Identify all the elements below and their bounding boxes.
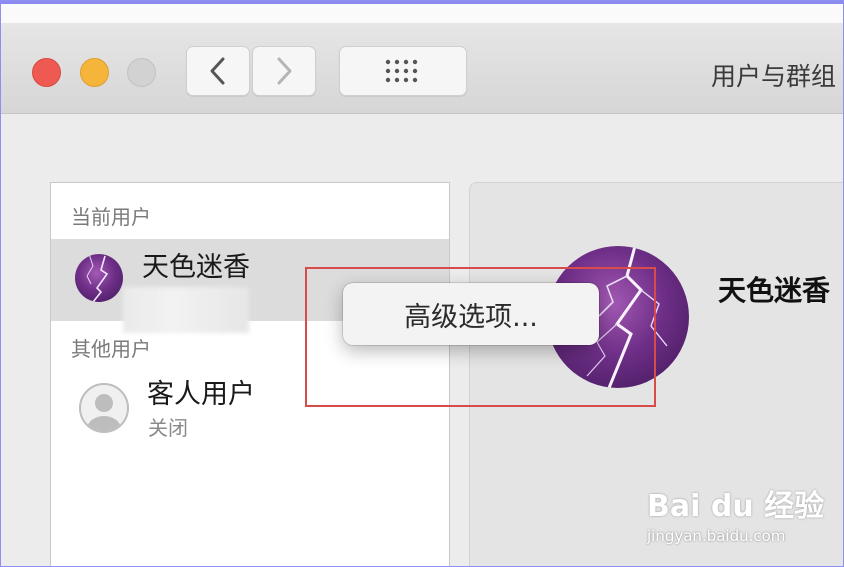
- guest-avatar: [79, 383, 129, 433]
- zoom-window-button[interactable]: [127, 58, 156, 87]
- forward-button[interactable]: [252, 46, 316, 96]
- chevron-left-icon: [210, 57, 225, 85]
- baidu-jingyan-watermark: Bai du 经验 jingyan.baidu.com: [647, 481, 825, 551]
- window-title: 用户与群组: [711, 62, 837, 91]
- current-user-name: 天色迷香: [142, 252, 250, 283]
- person-silhouette-icon: [87, 394, 121, 431]
- chevron-right-icon: [277, 57, 292, 85]
- user-avatar: [75, 254, 123, 302]
- minimize-window-button[interactable]: [80, 58, 109, 87]
- current-users-section-label: 当前用户: [71, 205, 151, 229]
- redaction-blur: [123, 287, 249, 333]
- other-users-section-label: 其他用户: [71, 337, 151, 361]
- show-all-button[interactable]: [339, 46, 467, 96]
- lightning-icon: [86, 254, 109, 302]
- watermark-logo: Bai du 经验: [647, 489, 825, 524]
- context-menu: 高级选项...: [343, 283, 599, 345]
- window-frame: 用户与群组 当前用户 天色迷香 管理员 其他用户 客人用户: [0, 0, 844, 567]
- guest-user-name: 客人用户: [147, 379, 255, 410]
- advanced-options-menu-item[interactable]: 高级选项...: [404, 295, 538, 334]
- top-strip: [1, 4, 843, 23]
- close-window-button[interactable]: [32, 58, 61, 87]
- advanced-options-label: 高级选项...: [404, 301, 538, 333]
- grid-dots-icon: [385, 59, 418, 83]
- detail-user-name: 天色迷香: [718, 274, 831, 307]
- watermark-url: jingyan.baidu.com: [647, 527, 786, 545]
- back-button[interactable]: [186, 46, 250, 96]
- guest-user-status: 关闭: [148, 416, 188, 440]
